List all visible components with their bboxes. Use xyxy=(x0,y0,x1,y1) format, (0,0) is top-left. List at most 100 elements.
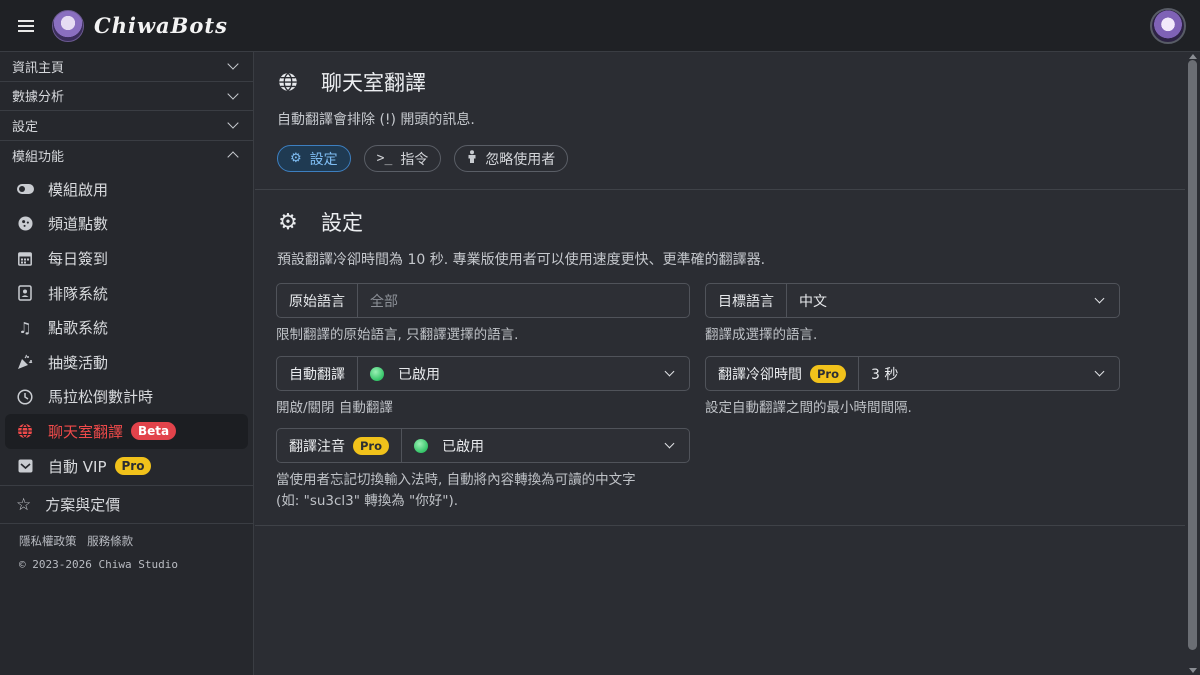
copyright: © 2023-2026 Chiwa Studio xyxy=(19,558,178,572)
status-dot-icon xyxy=(414,438,429,453)
gear-icon: ⚙ xyxy=(290,151,302,166)
main-content: 聊天室翻譯 自動翻譯會排除 (!) 開頭的訊息. ⚙ 設定 >_ 指令 忽略使用… xyxy=(255,52,1185,675)
select-value: 已啟用 xyxy=(398,366,440,383)
sidebar-item-label: 點歌系統 xyxy=(48,319,109,338)
pro-badge: Pro xyxy=(810,364,847,383)
terminal-icon: >_ xyxy=(376,151,393,166)
field-help: 限制翻譯的原始語言, 只翻譯選擇的語言. xyxy=(276,327,519,343)
menu-toggle-button[interactable] xyxy=(0,0,52,52)
scroll-down-icon[interactable] xyxy=(1189,668,1197,673)
section-label: 資訊主頁 xyxy=(12,60,65,76)
calendar-icon xyxy=(16,249,34,267)
pro-badge: Pro xyxy=(353,436,390,455)
chevron-down-icon xyxy=(1094,293,1105,304)
music-note-icon: ♫ xyxy=(18,318,32,337)
footer-links: 隱私權政策 服務條款 xyxy=(0,524,253,549)
target-language-field: 目標語言 中文 翻譯成選擇的語言. xyxy=(705,283,1120,346)
field-help-line: (如: "su3cl3" 轉換為 "你好"). xyxy=(276,493,459,509)
globe-icon xyxy=(16,422,34,440)
chevron-down-icon xyxy=(1094,366,1105,377)
tab-label: 忽略使用者 xyxy=(485,151,556,168)
sidebar-item-queue[interactable]: 排隊系統 xyxy=(5,276,248,311)
sidebar-item-auto-vip[interactable]: 自動 VIP Pro xyxy=(5,449,248,484)
gear-icon: ⚙ xyxy=(278,209,298,235)
sidebar: 資訊主頁 數據分析 設定 模組功能 模組啟用 頻道點數 每日簽到 排隊系統 ♫ xyxy=(0,52,254,675)
zhuyin-select[interactable]: 翻譯注音 Pro 已啟用 xyxy=(276,428,690,463)
scrollbar-thumb[interactable] xyxy=(1188,60,1197,650)
status-dot-icon xyxy=(370,366,384,381)
field-help: 開啟/關閉 自動翻譯 xyxy=(276,400,393,416)
hamburger-icon xyxy=(18,24,34,27)
scrollbar[interactable] xyxy=(1185,52,1200,675)
page-title: 聊天室翻譯 xyxy=(321,71,426,95)
tab-settings[interactable]: ⚙ 設定 xyxy=(277,145,351,172)
sidebar-section-dashboard[interactable]: 資訊主頁 xyxy=(0,52,253,82)
coin-icon xyxy=(16,215,34,233)
tab-label: 設定 xyxy=(309,151,338,168)
sidebar-item-giveaway[interactable]: 抽獎活動 xyxy=(5,345,248,380)
pro-badge: Pro xyxy=(114,457,152,476)
sidebar-section-analytics[interactable]: 數據分析 xyxy=(0,82,253,111)
scroll-up-icon[interactable] xyxy=(1189,54,1197,59)
top-bar: ChiwaBots xyxy=(0,0,1200,52)
select-value: 中文 xyxy=(799,293,827,310)
settings-description: 預設翻譯冷卻時間為 10 秒. 專業版使用者可以使用速度更快、更準確的翻譯器. xyxy=(277,252,766,268)
section-label: 設定 xyxy=(12,119,39,135)
chevron-down-icon xyxy=(227,58,239,70)
zhuyin-field: 翻譯注音 Pro 已啟用 當使用者忘記切換輸入法時, 自動將內容轉換為可讀的中文字… xyxy=(276,428,690,512)
sidebar-item-pricing[interactable]: ☆ 方案與定價 xyxy=(0,486,253,525)
sidebar-item-label: 抽獎活動 xyxy=(48,353,109,372)
field-help: 翻譯成選擇的語言. xyxy=(705,327,818,343)
field-label-text: 翻譯冷卻時間 xyxy=(718,366,802,383)
page-description: 自動翻譯會排除 (!) 開頭的訊息. xyxy=(277,112,475,128)
sidebar-item-label: 每日簽到 xyxy=(48,249,109,268)
auto-translate-select[interactable]: 自動翻譯 已啟用 xyxy=(276,356,690,391)
brand-logo[interactable] xyxy=(52,9,84,42)
user-avatar[interactable] xyxy=(1150,8,1186,44)
sidebar-item-chat-translation[interactable]: 聊天室翻譯 Beta xyxy=(5,414,248,449)
chevron-down-icon xyxy=(664,366,675,377)
brand-name[interactable]: ChiwaBots xyxy=(94,13,228,38)
sidebar-item-module-enable[interactable]: 模組啟用 xyxy=(5,172,248,207)
clock-icon xyxy=(16,388,34,406)
field-label: 翻譯注音 Pro xyxy=(277,429,403,462)
sidebar-item-marathon-timer[interactable]: 馬拉松倒數計時 xyxy=(5,380,248,415)
sidebar-item-label: 聊天室翻譯 xyxy=(48,422,124,441)
contact-card-icon xyxy=(16,284,34,302)
sidebar-section-settings[interactable]: 設定 xyxy=(0,111,253,141)
privacy-link[interactable]: 隱私權政策 xyxy=(19,534,77,548)
field-label: 目標語言 xyxy=(706,284,787,317)
tab-ignored-users[interactable]: 忽略使用者 xyxy=(454,145,569,172)
sidebar-section-modules[interactable]: 模組功能 xyxy=(0,141,253,171)
module-list: 模組啟用 頻道點數 每日簽到 排隊系統 ♫ 點歌系統 抽獎活動 馬拉松倒數計時 xyxy=(0,170,253,487)
person-icon xyxy=(467,150,477,167)
select-value: 已啟用 xyxy=(442,438,485,455)
select-value: 3 秒 xyxy=(871,366,899,383)
target-language-select[interactable]: 目標語言 中文 xyxy=(705,283,1120,318)
tab-commands[interactable]: >_ 指令 xyxy=(363,145,442,172)
section-label: 模組功能 xyxy=(12,149,65,165)
star-icon: ☆ xyxy=(16,494,32,515)
sidebar-item-daily-checkin[interactable]: 每日簽到 xyxy=(5,241,248,276)
section-title: 設定 xyxy=(321,211,363,235)
sidebar-item-label: 馬拉松倒數計時 xyxy=(48,388,154,407)
sidebar-item-label: 排隊系統 xyxy=(48,284,109,303)
field-label: 原始語言 xyxy=(277,284,358,317)
source-language-input[interactable]: 原始語言 全部 xyxy=(276,283,690,318)
field-help-line: 當使用者忘記切換輸入法時, 自動將內容轉換為可讀的中文字 xyxy=(276,472,636,488)
chevron-up-icon xyxy=(227,151,239,163)
toggle-icon xyxy=(16,180,34,198)
chevron-down-icon xyxy=(227,88,239,100)
sidebar-item-song-request[interactable]: ♫ 點歌系統 xyxy=(5,310,248,345)
source-language-placeholder: 全部 xyxy=(370,293,398,310)
field-label: 自動翻譯 xyxy=(277,357,358,390)
page-header: 聊天室翻譯 自動翻譯會排除 (!) 開頭的訊息. ⚙ 設定 >_ 指令 忽略使用… xyxy=(255,52,1185,190)
globe-icon xyxy=(277,72,299,92)
terms-link[interactable]: 服務條款 xyxy=(87,534,133,548)
sidebar-item-channel-points[interactable]: 頻道點數 xyxy=(5,207,248,242)
cooldown-select[interactable]: 翻譯冷卻時間 Pro 3 秒 xyxy=(705,356,1120,391)
field-help: 當使用者忘記切換輸入法時, 自動將內容轉換為可讀的中文字 (如: "su3cl3… xyxy=(276,470,690,512)
source-language-field: 原始語言 全部 限制翻譯的原始語言, 只翻譯選擇的語言. xyxy=(276,283,690,346)
party-popper-icon xyxy=(16,353,34,371)
sidebar-item-label: 頻道點數 xyxy=(48,215,109,234)
